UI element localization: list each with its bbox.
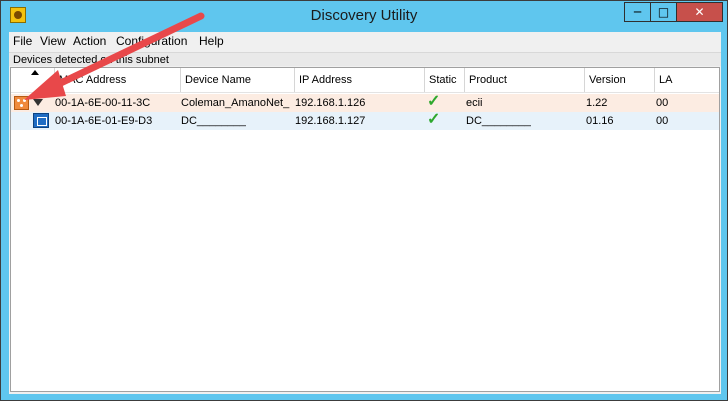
cell-ip: 192.168.1.127 [295,115,366,127]
column-header-static[interactable]: Static [425,68,465,92]
cell-mac: 00-1A-6E-00-11-3C [55,97,151,109]
close-button[interactable]: ✕ [676,2,723,22]
menu-bar: File View Action Configuration Help [9,32,721,51]
cell-mac: 00-1A-6E-01-E9-D3 [55,115,153,127]
client-area: File View Action Configuration Help Devi… [9,32,721,394]
cell-device-name: Coleman_AmanoNet_ [181,97,290,109]
network-device-icon [33,113,49,128]
static-check-icon: ✓ [427,111,441,128]
cell-ip: 192.168.1.126 [295,97,366,109]
header-divider [11,92,719,93]
menu-file[interactable]: File [13,32,32,51]
menu-action[interactable]: Action [73,32,106,51]
column-header-icon[interactable] [11,68,55,92]
table-row[interactable]: 00-1A-6E-01-E9-D3 DC________ 192.168.1.1… [11,111,719,130]
cell-product: ecii [466,97,483,109]
maximize-button[interactable]: □ [650,2,677,22]
cell-version: 01.16 [586,115,614,127]
collapse-arrow-icon[interactable] [33,99,43,106]
column-header-mac[interactable]: MAC Address [55,68,181,92]
column-header-product[interactable]: Product [465,68,585,92]
subnet-label: Devices detected on this subnet [9,52,721,66]
column-header-version[interactable]: Version [585,68,655,92]
minimize-button[interactable]: ─ [624,2,651,22]
column-header-ip[interactable]: IP Address [295,68,425,92]
table-row[interactable]: 00-1A-6E-00-11-3C Coleman_AmanoNet_ 192.… [11,93,719,112]
menu-view[interactable]: View [40,32,66,51]
static-check-icon: ✓ [427,93,441,110]
cell-la: 00 [656,97,669,109]
column-header-la[interactable]: LA [655,68,719,92]
cell-la: 00 [656,115,669,127]
window-title: Discovery Utility [310,7,418,24]
menu-configuration[interactable]: Configuration [116,32,187,51]
column-header-device-name[interactable]: Device Name [181,68,295,92]
title-bar[interactable]: Discovery Utility ─ □ ✕ [1,1,727,31]
sort-ascending-icon [31,70,39,75]
cell-version: 1.22 [586,97,608,109]
cell-product: DC________ [466,115,531,127]
device-list[interactable]: MAC Address Device Name IP Address Stati… [10,67,720,392]
menu-help[interactable]: Help [199,32,224,51]
cell-device-name: DC________ [181,115,246,127]
device-group-icon [14,96,29,110]
discovery-utility-window: Discovery Utility ─ □ ✕ File View Action… [0,0,728,401]
